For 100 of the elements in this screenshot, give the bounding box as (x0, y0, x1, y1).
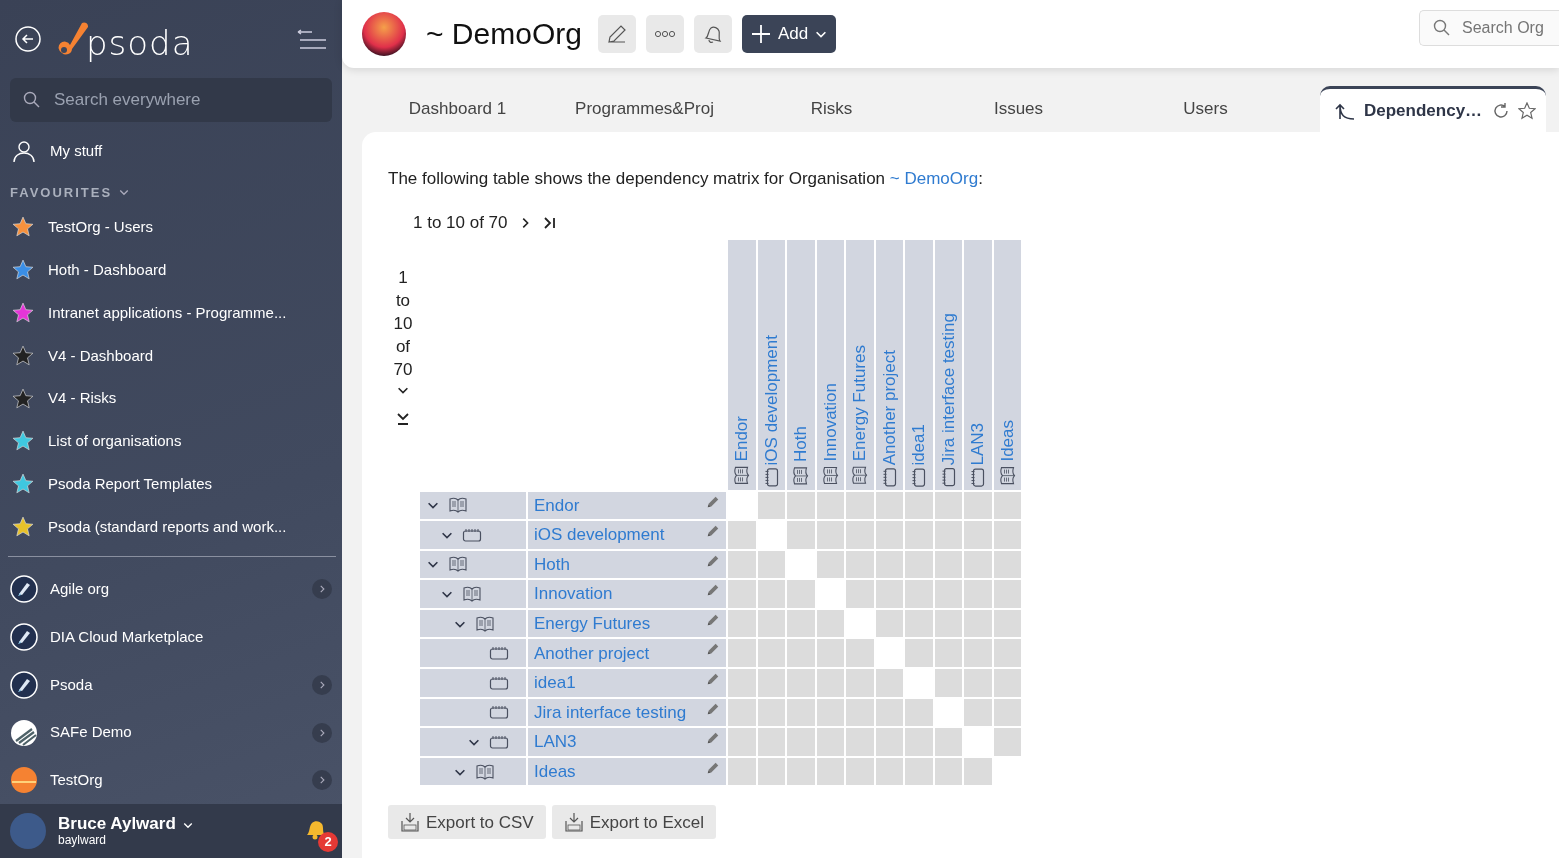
matrix-cell[interactable] (905, 728, 933, 756)
expand-button[interactable] (312, 770, 332, 791)
tab[interactable]: Risks (738, 86, 925, 132)
matrix-cell[interactable] (934, 491, 962, 520)
matrix-cell[interactable] (757, 728, 785, 756)
export-button[interactable]: Export to Excel (551, 805, 717, 840)
matrix-cell[interactable] (964, 757, 992, 786)
matrix-cell[interactable] (846, 757, 874, 786)
matrix-cell[interactable] (846, 491, 874, 520)
matrix-cell[interactable] (816, 491, 844, 520)
edit-button[interactable] (706, 553, 720, 568)
matrix-cell[interactable] (993, 609, 1021, 638)
edit-button[interactable] (706, 672, 720, 687)
last-page-button[interactable] (395, 410, 411, 427)
matrix-cell[interactable] (875, 491, 903, 520)
matrix-cell[interactable] (728, 757, 756, 786)
matrix-cell[interactable] (875, 521, 903, 549)
matrix-cell[interactable] (728, 728, 756, 756)
matrix-cell[interactable] (934, 728, 962, 756)
matrix-cell[interactable] (905, 491, 933, 520)
matrix-cell[interactable] (993, 550, 1021, 579)
matrix-cell[interactable] (846, 639, 874, 668)
matrix-cell[interactable] (905, 550, 933, 579)
matrix-cell[interactable] (816, 698, 844, 727)
favourite-link[interactable]: Intranet applications - Programme... (48, 301, 287, 325)
expand-button[interactable] (312, 722, 332, 743)
favourite-link[interactable]: Psoda Report Templates (48, 473, 212, 496)
matrix-cell[interactable] (875, 698, 903, 727)
matrix-cell[interactable] (934, 639, 962, 668)
favourite-link[interactable]: V4 - Risks (48, 387, 117, 410)
matrix-cell[interactable] (875, 580, 903, 608)
matrix-cell[interactable] (993, 669, 1021, 697)
expand-button[interactable] (312, 579, 332, 600)
tab[interactable]: Issues (925, 86, 1112, 132)
favourite-link[interactable]: Hoth - Dashboard (48, 259, 167, 282)
matrix-cell[interactable] (787, 521, 815, 549)
edit-button[interactable] (706, 760, 720, 775)
user-name[interactable]: Bruce Aylward (58, 815, 176, 834)
edit-button[interactable] (597, 15, 636, 53)
edit-button[interactable] (706, 731, 720, 746)
matrix-cell[interactable] (757, 609, 785, 638)
matrix-cell[interactable] (934, 521, 962, 549)
matrix-cell[interactable] (757, 550, 785, 579)
matrix-cell[interactable] (728, 698, 756, 727)
matrix-cell[interactable] (728, 580, 756, 608)
matrix-cell[interactable] (993, 521, 1021, 549)
organisation-link[interactable]: SAFe Demo (50, 721, 132, 744)
search-input[interactable]: Search everywhere (52, 86, 320, 114)
matrix-cell[interactable] (816, 521, 844, 549)
matrix-cell[interactable] (728, 550, 756, 579)
matrix-cell[interactable] (964, 698, 992, 727)
matrix-cell[interactable] (993, 728, 1021, 756)
matrix-cell[interactable] (846, 669, 874, 697)
matrix-cell[interactable] (905, 580, 933, 608)
favourite-link[interactable]: List of organisations (48, 430, 182, 453)
more-button[interactable] (645, 15, 684, 53)
matrix-cell[interactable] (993, 491, 1021, 520)
tab[interactable]: Dashboard 1 (364, 86, 551, 132)
matrix-cell[interactable] (964, 491, 992, 520)
matrix-cell[interactable] (757, 698, 785, 727)
favourite-link[interactable]: Psoda (standard reports and work... (48, 515, 287, 539)
organisation-link[interactable]: DIA Cloud Marketplace (50, 625, 204, 649)
matrix-cell[interactable] (964, 580, 992, 608)
matrix-cell[interactable] (875, 728, 903, 756)
matrix-cell[interactable] (787, 757, 815, 786)
search-field[interactable]: Search everywhere (10, 78, 332, 122)
edit-button[interactable] (706, 524, 720, 539)
edit-button[interactable] (706, 494, 720, 509)
matrix-cell[interactable] (905, 757, 933, 786)
matrix-cell[interactable] (934, 757, 962, 786)
organisation-link[interactable]: Psoda (50, 673, 93, 697)
matrix-cell[interactable] (816, 757, 844, 786)
matrix-cell[interactable] (964, 550, 992, 579)
matrix-cell[interactable] (787, 580, 815, 608)
matrix-cell[interactable] (934, 580, 962, 608)
matrix-cell[interactable] (787, 728, 815, 756)
matrix-cell[interactable] (993, 639, 1021, 668)
matrix-cell[interactable] (816, 609, 844, 638)
favourites-heading[interactable]: FAVOURITES (10, 182, 113, 203)
matrix-cell[interactable] (816, 550, 844, 579)
matrix-cell[interactable] (875, 757, 903, 786)
matrix-cell[interactable] (816, 669, 844, 697)
favourite-link[interactable]: TestOrg - Users (48, 216, 153, 239)
organisation-link[interactable]: Agile org (50, 578, 110, 601)
matrix-cell[interactable] (787, 639, 815, 668)
matrix-cell[interactable] (993, 698, 1021, 727)
matrix-cell[interactable] (964, 521, 992, 549)
matrix-cell[interactable] (934, 609, 962, 638)
matrix-cell[interactable] (964, 669, 992, 697)
favourite-link[interactable]: V4 - Dashboard (48, 344, 154, 368)
matrix-cell[interactable] (993, 580, 1021, 608)
star-icon[interactable] (1518, 101, 1536, 120)
tab[interactable]: Users (1112, 86, 1299, 132)
organisation-link[interactable]: ~ DemoOrg (889, 169, 979, 188)
matrix-cell[interactable] (757, 669, 785, 697)
matrix-cell[interactable] (905, 521, 933, 549)
edit-button[interactable] (706, 583, 720, 598)
export-button[interactable]: Export to CSV (388, 805, 546, 840)
back-icon[interactable] (14, 25, 42, 53)
matrix-cell[interactable] (846, 550, 874, 579)
